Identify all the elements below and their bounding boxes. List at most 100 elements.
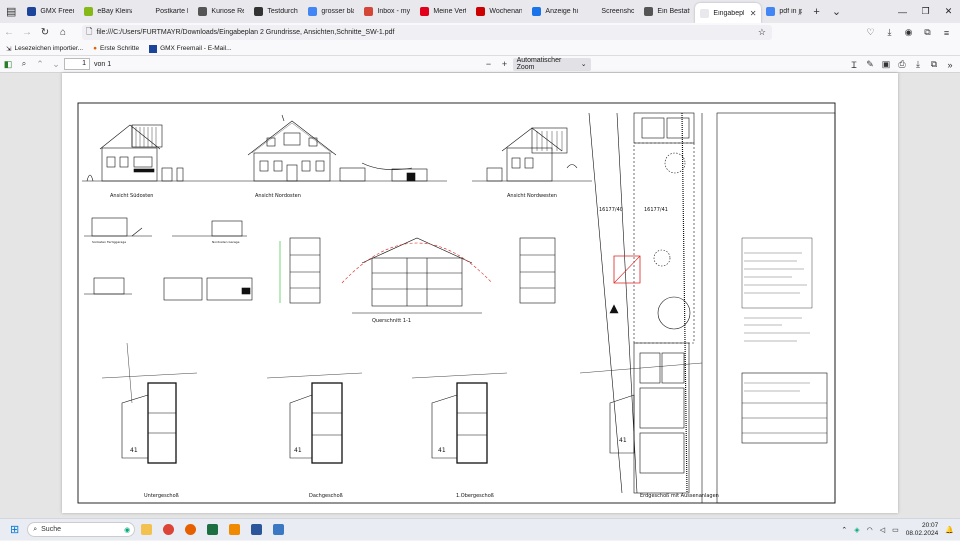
- tab-list-icon[interactable]: ▤: [0, 5, 22, 18]
- draw-tool-icon[interactable]: ✎: [862, 59, 878, 70]
- menu-icon[interactable]: ≡: [937, 28, 956, 38]
- minimize-button[interactable]: —: [891, 7, 914, 17]
- zoom-select[interactable]: Automatischer Zoom ⌄: [512, 57, 591, 71]
- tab-11[interactable]: Ein Bestatter: [639, 0, 695, 23]
- search-label: Suche: [41, 526, 61, 533]
- previous-page-icon[interactable]: ⌃: [32, 59, 48, 70]
- chevron-down-icon[interactable]: ⌄: [826, 5, 847, 18]
- chevron-up-icon[interactable]: ⌃: [841, 526, 847, 534]
- tab-9[interactable]: Anzeige hinzu: [527, 0, 583, 23]
- tab-1[interactable]: eBay Kleinanz: [79, 0, 137, 23]
- tab-2[interactable]: Postkarte Mauren: [137, 0, 193, 23]
- tab-favicon-icon: [84, 7, 94, 16]
- tab-label: Screenshot (15).p: [601, 8, 635, 15]
- tab-favicon-icon: [27, 7, 37, 16]
- clock-date: 08.02.2024: [905, 530, 939, 537]
- next-page-icon[interactable]: ⌄: [48, 59, 64, 70]
- windows-start-icon[interactable]: ⊞: [10, 523, 19, 536]
- security-icon[interactable]: ◈: [854, 526, 859, 534]
- tab-bar: ▤ GMX Freemail eBay Kleinanz Postkarte Mau…: [0, 0, 960, 23]
- address-bar[interactable]: 🗋 file:///C:/Users/FURTMAYR/Downloads/Ei…: [82, 25, 772, 40]
- elevation-northwest: [472, 127, 592, 182]
- tab-4[interactable]: Testdurchführ: [249, 0, 303, 23]
- app-icon[interactable]: [267, 521, 289, 539]
- bookmark-gmx[interactable]: GMX Freemail - E-Mail...: [149, 44, 232, 53]
- tab-12[interactable]: Eingabeplan 2 ✕: [695, 3, 762, 23]
- bookmark-label: Erste Schritte: [100, 45, 140, 52]
- tab-favicon-icon: [644, 7, 654, 16]
- firefox-icon[interactable]: [179, 521, 201, 539]
- navigation-bar: ← → ↻ ⌂ 🗋 file:///C:/Users/FURTMAYR/Down…: [0, 23, 960, 42]
- label-basement: Untergeschoß: [144, 493, 179, 499]
- tab-favicon-icon: [766, 7, 776, 16]
- file-icon: 🗋: [86, 26, 93, 36]
- image-tool-icon[interactable]: ▣: [878, 59, 894, 70]
- bookmark-first-steps[interactable]: ● Erste Schritte: [93, 45, 139, 52]
- tab-6[interactable]: Inbox - myim: [359, 0, 415, 23]
- tab-label: Meine Verteil: [433, 8, 466, 15]
- tab-7[interactable]: Meine Verteil: [415, 0, 471, 23]
- more-tools-icon[interactable]: »: [942, 60, 958, 70]
- presentation-icon[interactable]: ⧉: [926, 59, 942, 70]
- restore-button[interactable]: ❐: [914, 6, 937, 17]
- vlc-icon[interactable]: [223, 521, 245, 539]
- tab-0[interactable]: GMX Freemail: [22, 0, 79, 23]
- tab-13[interactable]: pdf in jpg um: [761, 0, 807, 23]
- word-icon[interactable]: [245, 521, 267, 539]
- battery-icon[interactable]: ▭: [892, 526, 899, 534]
- page-number-input[interactable]: 1: [64, 58, 90, 70]
- floor-plans: [101, 342, 508, 464]
- label-elevation-southeast: Ansicht Südosten: [110, 193, 153, 199]
- tab-8[interactable]: Wochenanzei: [471, 0, 527, 23]
- save-icon[interactable]: ⤓: [910, 59, 926, 70]
- file-explorer-icon[interactable]: [135, 521, 157, 539]
- home-button[interactable]: ⌂: [54, 27, 72, 38]
- search-icon: ⌕: [33, 525, 38, 533]
- tab-label: Ein Bestatter: [657, 8, 690, 15]
- bookmark-label: GMX Freemail - E-Mail...: [160, 45, 232, 52]
- wifi-icon[interactable]: ◠: [867, 526, 873, 534]
- label-first-floor: 1.Obergeschoß: [456, 493, 494, 499]
- zoom-out-icon[interactable]: −: [481, 59, 497, 69]
- tab-favicon-icon: [588, 7, 598, 16]
- tab-10[interactable]: Screenshot (15).p: [583, 0, 639, 23]
- tab-favicon-icon: [254, 7, 264, 16]
- pocket-icon[interactable]: ♡: [861, 27, 880, 38]
- tab-label: pdf in jpg um: [779, 8, 803, 15]
- extensions-icon[interactable]: ⧉: [918, 27, 937, 38]
- bookmark-star-icon[interactable]: ☆: [758, 27, 766, 38]
- forward-button[interactable]: →: [18, 27, 36, 38]
- account-icon[interactable]: ◉: [899, 27, 918, 38]
- bookmark-import[interactable]: ⇲ Lesezeichen importier...: [6, 45, 83, 53]
- pdf-viewer[interactable]: Ansicht Südosten Ansicht Nordosten Ansic…: [0, 73, 960, 518]
- sidebar-toggle-icon[interactable]: ◧: [0, 59, 16, 70]
- tab-3[interactable]: Kuriose Rezep: [193, 0, 249, 23]
- downloads-icon[interactable]: ⤓: [880, 27, 899, 38]
- back-button[interactable]: ←: [0, 27, 18, 38]
- chrome-icon[interactable]: [157, 521, 179, 539]
- new-tab-button[interactable]: +: [807, 6, 825, 18]
- notification-icon[interactable]: 🔔: [945, 526, 954, 534]
- tab-label: Testdurchführ: [267, 8, 298, 15]
- label-elevation-northeast: Ansicht Nordosten: [255, 193, 301, 199]
- gmx-icon: [149, 44, 158, 53]
- clock[interactable]: 20:07 08.02.2024: [906, 522, 939, 538]
- volume-icon[interactable]: ◁: [880, 526, 885, 534]
- tab-label: Eingabeplan 2: [713, 9, 743, 17]
- tab-label: Kuriose Rezep: [211, 8, 245, 15]
- zoom-in-icon[interactable]: +: [497, 59, 513, 69]
- label-elevation-northwest: Ansicht Nordwesten: [507, 193, 557, 199]
- close-tab-icon[interactable]: ✕: [750, 9, 757, 18]
- tab-5[interactable]: grosser blaser: [303, 0, 359, 23]
- tab-label: GMX Freemail: [40, 8, 74, 15]
- reload-button[interactable]: ↻: [36, 27, 54, 38]
- close-window-button[interactable]: ✕: [937, 6, 960, 17]
- taskbar-search[interactable]: ⌕ Suche ◉: [27, 522, 136, 537]
- page-count: von 1: [94, 60, 112, 68]
- text-tool-icon[interactable]: Ɪ: [846, 58, 862, 71]
- search-icon[interactable]: ⌕: [16, 59, 32, 69]
- excel-icon[interactable]: [201, 521, 223, 539]
- print-icon[interactable]: ⎙: [894, 59, 910, 70]
- bookmarks-bar: ⇲ Lesezeichen importier... ● Erste Schri…: [0, 42, 960, 56]
- pdf-page: Ansicht Südosten Ansicht Nordosten Ansic…: [62, 73, 898, 513]
